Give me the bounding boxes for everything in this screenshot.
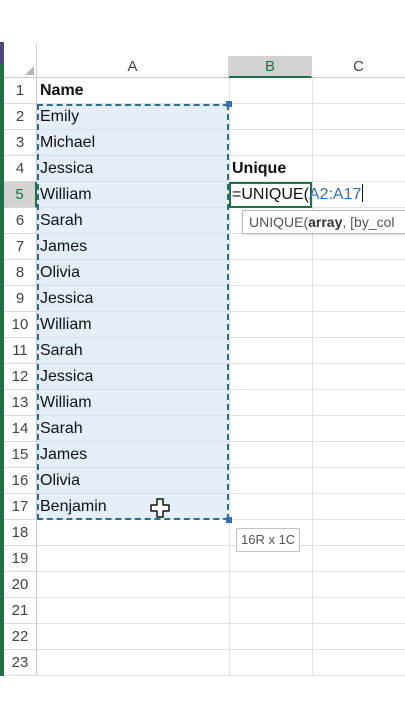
- cell-a1[interactable]: Name: [40, 78, 84, 104]
- row-header-17[interactable]: 17: [4, 494, 37, 520]
- cell-a2[interactable]: Emily: [40, 104, 79, 130]
- row-header-5[interactable]: 5: [4, 182, 37, 208]
- cell-a6[interactable]: Sarah: [40, 208, 83, 234]
- row-header-16[interactable]: 16: [4, 468, 37, 494]
- window-left-edge-accent: [0, 42, 4, 64]
- spreadsheet-grid[interactable]: A B C 1 2 3 4 5 6 7 8 9 10 11 12 13 14 1…: [0, 42, 405, 676]
- row-header-13[interactable]: 13: [4, 390, 37, 416]
- tooltip-remaining-arguments: , [by_col: [342, 214, 395, 230]
- row-header-12[interactable]: 12: [4, 364, 37, 390]
- tooltip-current-argument: array: [308, 214, 343, 230]
- function-argument-tooltip[interactable]: UNIQUE(array, [by_col: [242, 210, 405, 234]
- cell-a13[interactable]: William: [40, 390, 92, 416]
- gridline-horizontal: [37, 623, 405, 624]
- column-header-c[interactable]: C: [312, 56, 405, 78]
- row-header-3[interactable]: 3: [4, 130, 37, 156]
- row-header-15[interactable]: 15: [4, 442, 37, 468]
- cell-select-cursor-icon: [150, 498, 170, 518]
- cell-a17[interactable]: Benjamin: [40, 494, 107, 520]
- row-header-19[interactable]: 19: [4, 546, 37, 572]
- column-header-a[interactable]: A: [37, 56, 229, 78]
- cell-a10[interactable]: William: [40, 312, 92, 338]
- gridline-horizontal: [37, 675, 405, 676]
- range-handle-top-right[interactable]: [226, 101, 232, 107]
- cell-a12[interactable]: Jessica: [40, 364, 93, 390]
- row-header-18[interactable]: 18: [4, 520, 37, 546]
- gridline-horizontal: [37, 649, 405, 650]
- cell-a4[interactable]: Jessica: [40, 156, 93, 182]
- cell-a5[interactable]: William: [40, 182, 92, 208]
- row-header-22[interactable]: 22: [4, 624, 37, 650]
- row-header-11[interactable]: 11: [4, 338, 37, 364]
- selection-size-tooltip: 16R x 1C: [236, 528, 301, 552]
- tooltip-function-name: UNIQUE(: [249, 214, 309, 230]
- cell-a16[interactable]: Olivia: [40, 468, 80, 494]
- formula-function-text: =UNIQUE(: [232, 186, 309, 203]
- row-header-1[interactable]: 1: [4, 78, 37, 104]
- row-header-20[interactable]: 20: [4, 572, 37, 598]
- gridline-vertical: [312, 78, 313, 676]
- gridline-horizontal: [37, 545, 405, 546]
- row-header-2[interactable]: 2: [4, 104, 37, 130]
- row-header-23[interactable]: 23: [4, 650, 37, 676]
- row-header-7[interactable]: 7: [4, 234, 37, 260]
- gridline-vertical: [229, 78, 230, 676]
- cell-a14[interactable]: Sarah: [40, 416, 83, 442]
- row-header-6[interactable]: 6: [4, 208, 37, 234]
- cell-b4[interactable]: Unique: [232, 156, 286, 182]
- row-header-9[interactable]: 9: [4, 286, 37, 312]
- cell-a15[interactable]: James: [40, 442, 87, 468]
- column-header-b[interactable]: B: [229, 56, 312, 78]
- window-left-edge: [0, 42, 4, 676]
- row-header-10[interactable]: 10: [4, 312, 37, 338]
- gridline-horizontal: [37, 597, 405, 598]
- row-header-4[interactable]: 4: [4, 156, 37, 182]
- row-header-14[interactable]: 14: [4, 416, 37, 442]
- formula-input[interactable]: =UNIQUE(A2:A17: [232, 182, 364, 208]
- text-caret: [362, 184, 364, 202]
- row-header-21[interactable]: 21: [4, 598, 37, 624]
- range-handle-bottom-right[interactable]: [226, 517, 232, 523]
- select-all-triangle-icon: [25, 66, 34, 75]
- cell-a3[interactable]: Michael: [40, 130, 95, 156]
- gridline-horizontal: [37, 571, 405, 572]
- cell-a7[interactable]: James: [40, 234, 87, 260]
- cell-a11[interactable]: Sarah: [40, 338, 83, 364]
- cell-a9[interactable]: Jessica: [40, 286, 93, 312]
- formula-range-reference: A2:A17: [308, 186, 362, 203]
- select-all-corner[interactable]: [4, 42, 37, 78]
- cell-a8[interactable]: Olivia: [40, 260, 80, 286]
- row-header-8[interactable]: 8: [4, 260, 37, 286]
